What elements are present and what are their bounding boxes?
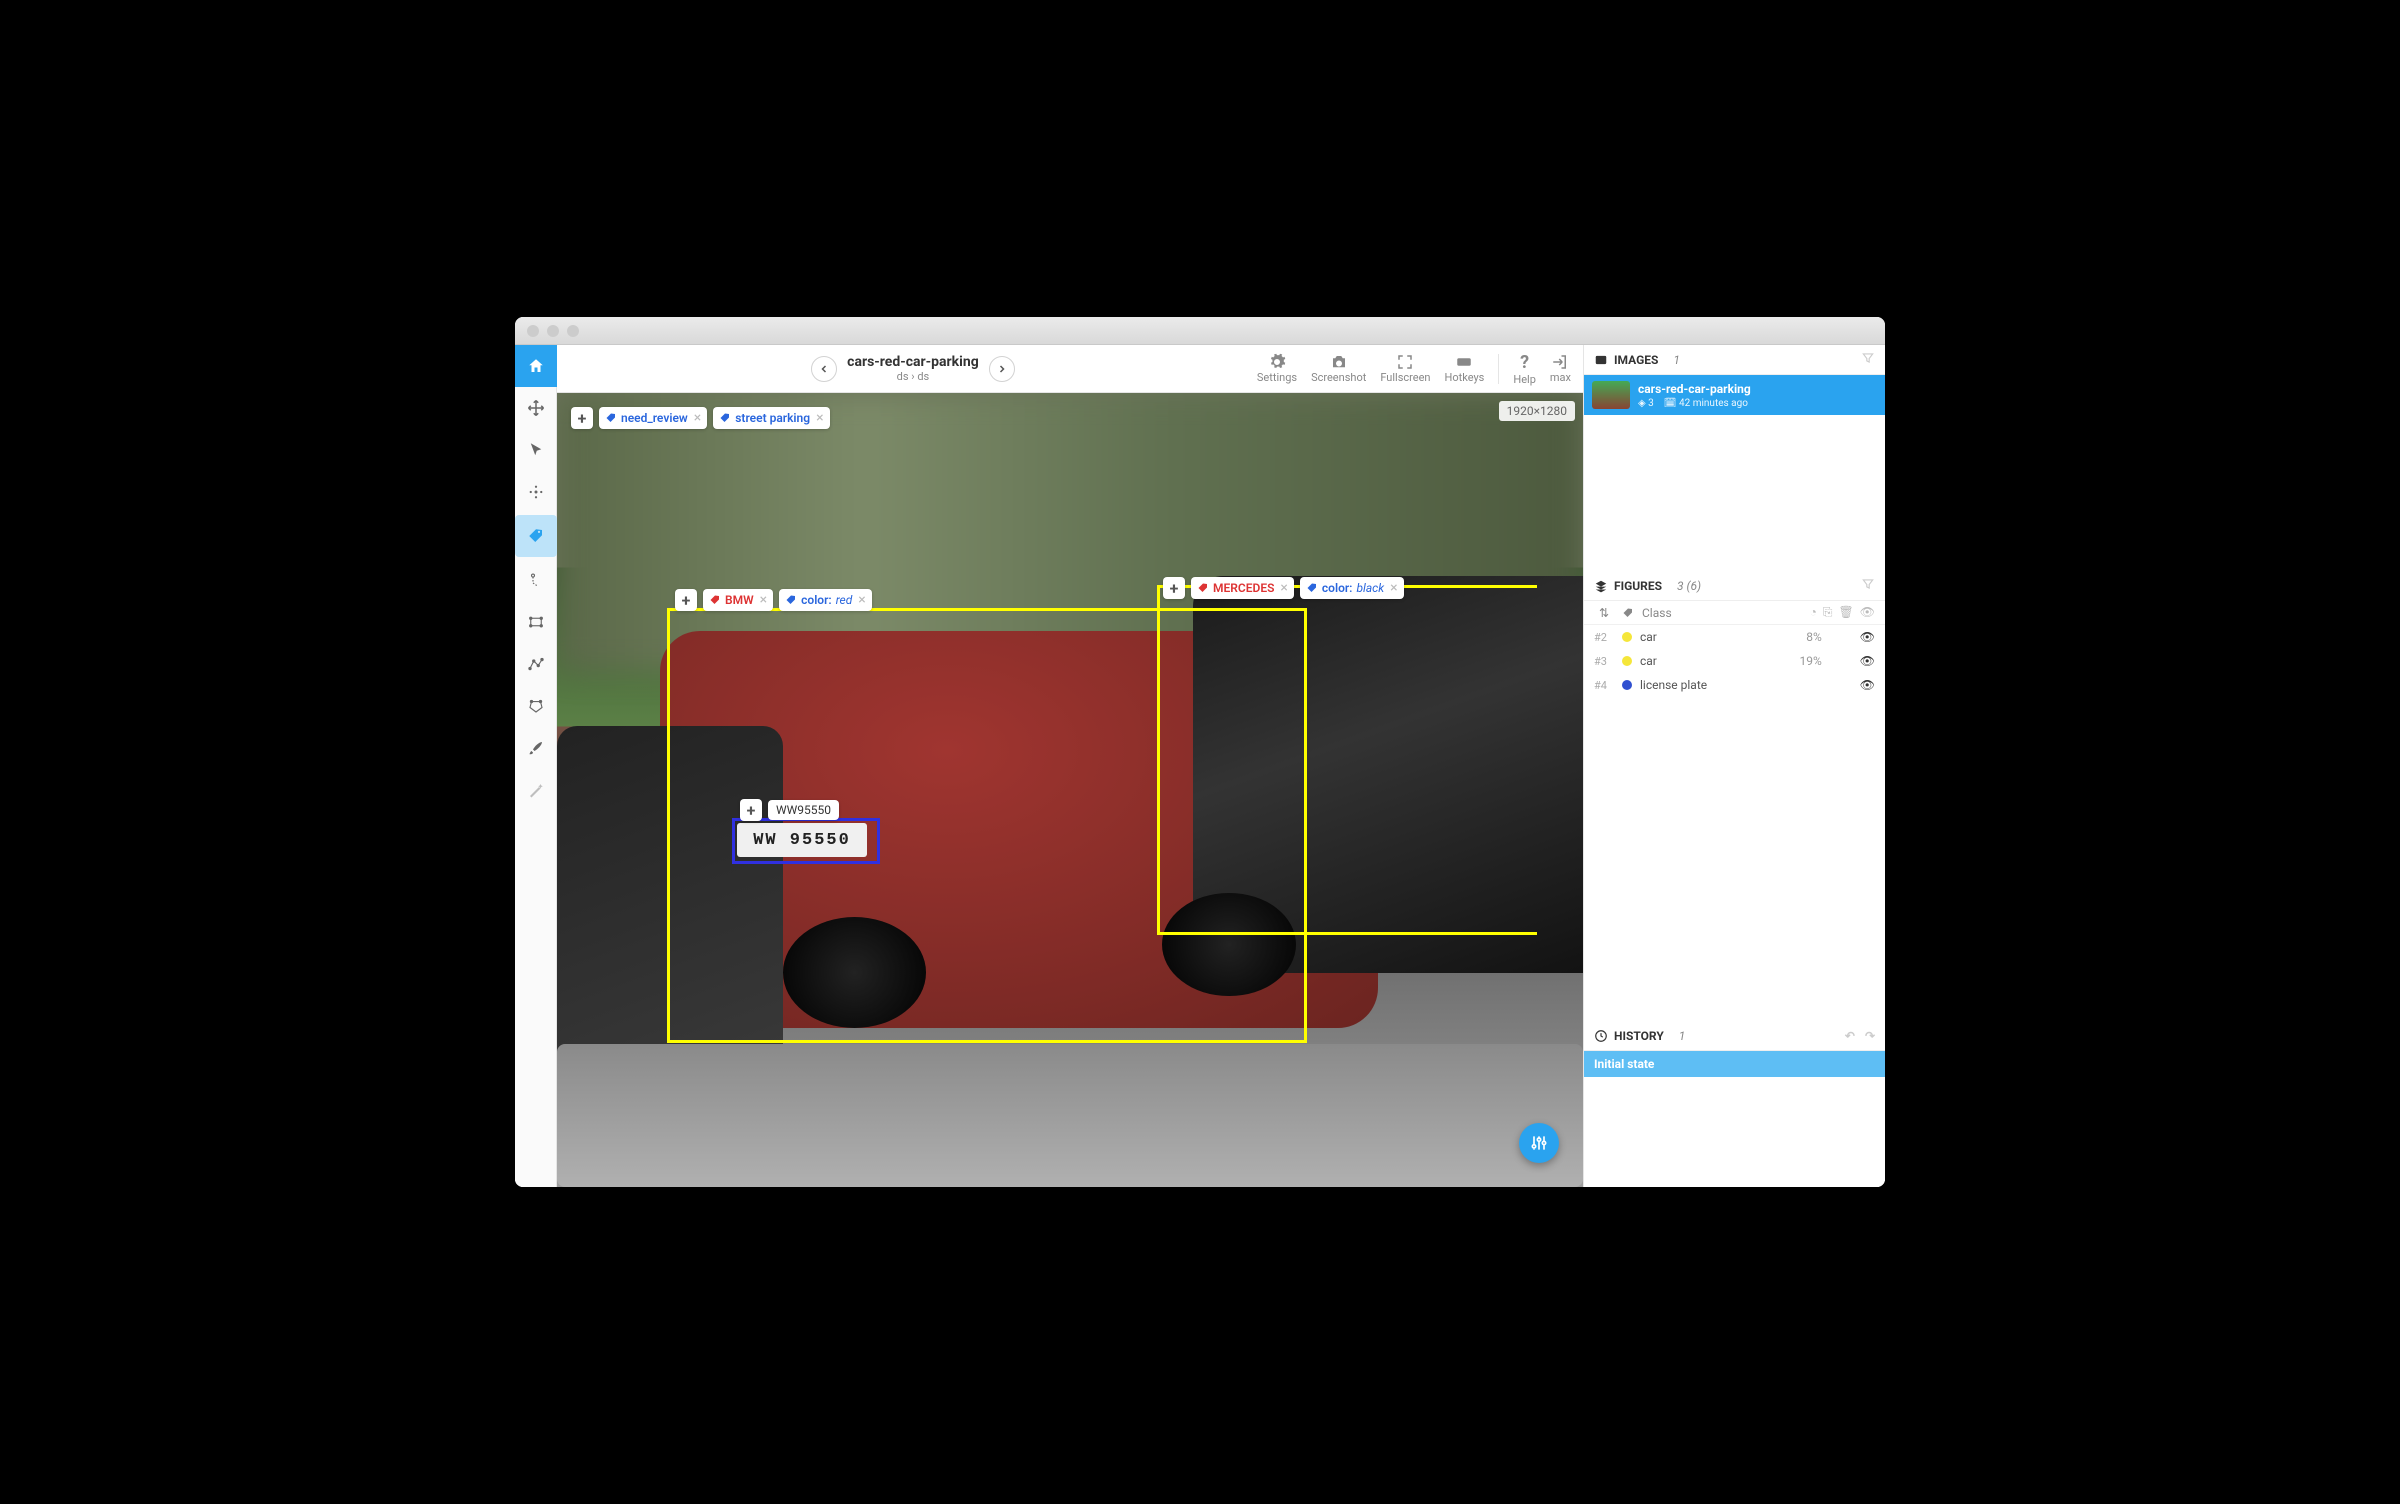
magic-tool[interactable] bbox=[515, 769, 557, 811]
image-title: cars-red-car-parking bbox=[847, 354, 979, 370]
sort-icon[interactable]: ⇅ bbox=[1594, 606, 1614, 620]
polyline-tool[interactable] bbox=[515, 643, 557, 685]
dimensions-badge: 1920×1280 bbox=[1499, 401, 1575, 421]
figures-panel-head[interactable]: FIGURES 3 (6) bbox=[1584, 571, 1885, 601]
screenshot-button[interactable]: Screenshot bbox=[1311, 353, 1366, 384]
remove-tag-icon[interactable]: × bbox=[1280, 580, 1287, 596]
traffic-light-min[interactable] bbox=[547, 325, 559, 337]
home-button[interactable] bbox=[515, 345, 557, 387]
remove-tag-icon[interactable]: × bbox=[694, 410, 701, 426]
topbar: cars-red-car-parking ds › ds Settings Sc… bbox=[557, 345, 1583, 393]
rect-tool[interactable] bbox=[515, 601, 557, 643]
add-bbox-tag[interactable]: + bbox=[675, 589, 697, 611]
traffic-light-close[interactable] bbox=[527, 325, 539, 337]
image-item-name: cars-red-car-parking bbox=[1638, 382, 1751, 396]
tag-street-parking[interactable]: street parking× bbox=[713, 407, 829, 429]
figure-row[interactable]: #2car8%👁 bbox=[1584, 625, 1885, 649]
help-button[interactable]: ?Help bbox=[1513, 352, 1536, 386]
tag-color-red[interactable]: color: red× bbox=[779, 589, 872, 611]
brush-tool[interactable] bbox=[515, 727, 557, 769]
link-icon[interactable]: ⎘ bbox=[1823, 605, 1833, 620]
tag-bmw[interactable]: BMW× bbox=[703, 589, 773, 611]
tag-color-black[interactable]: color: black× bbox=[1300, 577, 1404, 599]
bbox-mercedes-tags: + MERCEDES× color: black× bbox=[1163, 577, 1404, 599]
prev-button[interactable] bbox=[811, 356, 837, 382]
remove-tag-icon[interactable]: × bbox=[816, 410, 823, 426]
bbox-plate-tags: + WW95550 bbox=[740, 799, 839, 821]
adjust-fab[interactable] bbox=[1519, 1123, 1559, 1163]
tag-tool[interactable] bbox=[515, 515, 557, 557]
bbox-mercedes[interactable] bbox=[1157, 585, 1537, 935]
layers-icon bbox=[1594, 579, 1608, 593]
redo-icon[interactable]: ↷ bbox=[1865, 1029, 1875, 1043]
area-icon[interactable]: ◔ bbox=[1810, 605, 1817, 620]
filter-icon[interactable] bbox=[1861, 577, 1875, 594]
figure-row[interactable]: #3car19%👁 bbox=[1584, 649, 1885, 673]
image-tags-row: + need_review× street parking× bbox=[571, 407, 830, 429]
mac-titlebar bbox=[515, 317, 1885, 345]
image-thumb bbox=[1592, 381, 1630, 409]
layers-icon: ◈ 3 bbox=[1638, 398, 1654, 409]
figure-row[interactable]: #4license plate👁 bbox=[1584, 673, 1885, 697]
trash-icon[interactable]: 🗑 bbox=[1839, 605, 1854, 620]
eye-icon[interactable]: 👁 bbox=[1860, 678, 1875, 692]
class-header: Class bbox=[1642, 606, 1672, 620]
history-panel-head[interactable]: HISTORY 1 ↶ ↷ bbox=[1584, 1021, 1885, 1051]
canvas[interactable]: WW 95550 1920×1280 + need_review× street… bbox=[557, 393, 1583, 1187]
right-panel: IMAGES 1 cars-red-car-parking ◈ 3 🗓 42 m… bbox=[1583, 345, 1885, 1187]
add-bbox-tag[interactable]: + bbox=[740, 799, 762, 821]
remove-tag-icon[interactable]: × bbox=[760, 592, 767, 608]
settings-button[interactable]: Settings bbox=[1257, 353, 1297, 384]
eye-icon[interactable]: 👁 bbox=[1860, 630, 1875, 644]
add-image-tag[interactable]: + bbox=[571, 407, 593, 429]
plate-text[interactable]: WW95550 bbox=[768, 800, 839, 820]
tag-need-review[interactable]: need_review× bbox=[599, 407, 707, 429]
fullscreen-button[interactable]: Fullscreen bbox=[1380, 353, 1430, 384]
tag-mercedes[interactable]: MERCEDES× bbox=[1191, 577, 1294, 599]
image-list-item[interactable]: cars-red-car-parking ◈ 3 🗓 42 minutes ag… bbox=[1584, 375, 1885, 415]
user-logout[interactable]: max bbox=[1550, 353, 1571, 384]
images-icon bbox=[1594, 353, 1608, 367]
history-item[interactable]: Initial state bbox=[1584, 1051, 1885, 1077]
remove-tag-icon[interactable]: × bbox=[1390, 580, 1397, 596]
hotkeys-button[interactable]: Hotkeys bbox=[1445, 353, 1485, 384]
traffic-light-max[interactable] bbox=[567, 325, 579, 337]
point-tool[interactable] bbox=[515, 559, 557, 601]
filter-icon[interactable] bbox=[1861, 351, 1875, 368]
cursor-tool[interactable] bbox=[515, 429, 557, 471]
images-panel-head[interactable]: IMAGES 1 bbox=[1584, 345, 1885, 375]
tag-icon bbox=[1622, 607, 1634, 619]
move-tool[interactable] bbox=[515, 387, 557, 429]
eye-icon[interactable]: 👁 bbox=[1860, 654, 1875, 668]
drag-tool[interactable] bbox=[515, 471, 557, 513]
bbox-bmw-tags: + BMW× color: red× bbox=[675, 589, 872, 611]
add-bbox-tag[interactable]: + bbox=[1163, 577, 1185, 599]
undo-icon[interactable]: ↶ bbox=[1845, 1029, 1855, 1043]
eye-icon[interactable]: 👁 bbox=[1860, 605, 1875, 620]
remove-tag-icon[interactable]: × bbox=[858, 592, 865, 608]
time-icon: 🗓 42 minutes ago bbox=[1664, 398, 1748, 409]
next-button[interactable] bbox=[989, 356, 1015, 382]
bbox-plate[interactable] bbox=[732, 818, 880, 864]
breadcrumb[interactable]: ds › ds bbox=[847, 370, 979, 383]
left-toolbar bbox=[515, 345, 557, 1187]
polygon-tool[interactable] bbox=[515, 685, 557, 727]
history-icon bbox=[1594, 1029, 1608, 1043]
figures-header-row: ⇅ Class ◔ ⎘ 🗑 👁 bbox=[1584, 601, 1885, 625]
